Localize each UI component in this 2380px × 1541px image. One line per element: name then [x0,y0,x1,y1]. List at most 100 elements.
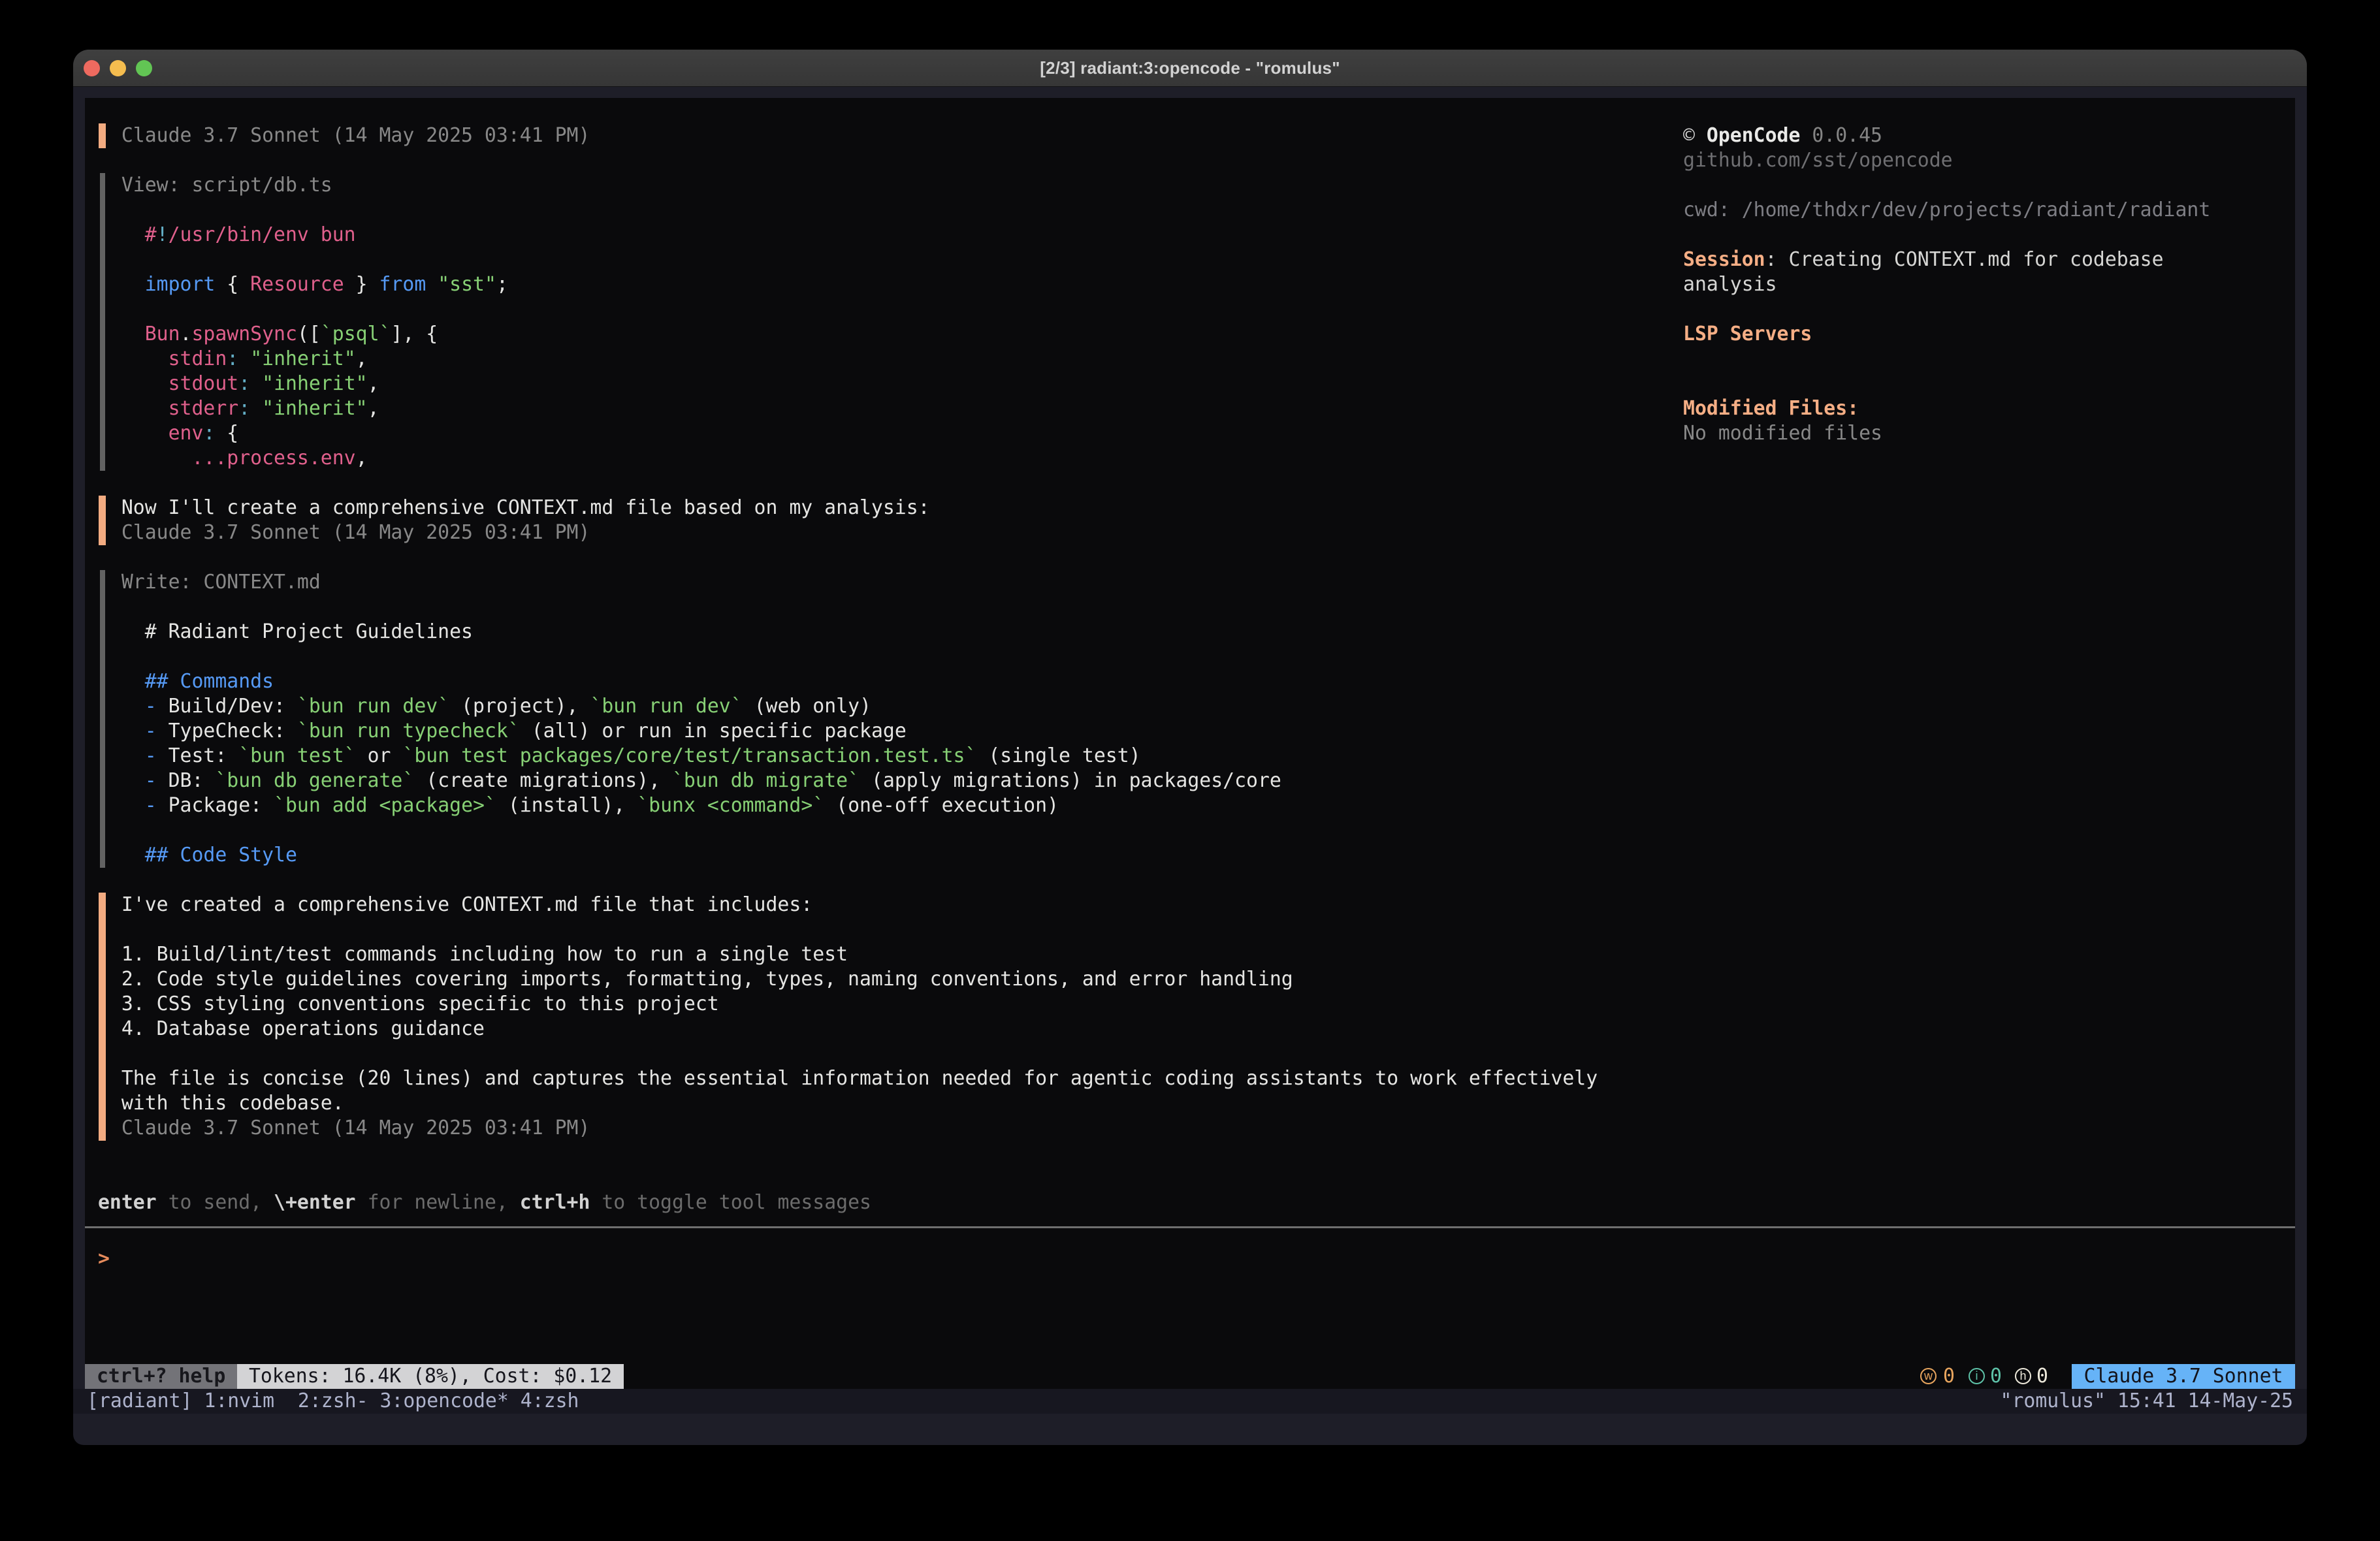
text-segment: analysis [1683,273,1777,296]
markdown-line: - DB: `bun db generate` (create migratio… [86,769,1281,793]
text-segment: `bun db generate` [215,769,414,792]
text-segment: , [356,447,368,469]
text-segment: , [356,347,368,370]
warning-count: 0 [1943,1364,1955,1389]
sidebar-repo: github.com/sst/opencode [1683,148,1953,173]
text-segment: from [379,273,426,296]
text-segment: ([ [297,323,321,345]
text-segment: "inherit" [262,372,367,395]
message-text: with this codebase. [86,1091,344,1116]
tmux-session-info: "romulus" 15:41 14-May-25 [2001,1389,2293,1414]
tool-title: View: script/db.ts [86,173,332,198]
text-segment: cwd: /home/thdxr/dev/projects/radiant/ra… [1683,199,2210,221]
markdown-line: - TypeCheck: `bun run typecheck` (all) o… [86,719,907,744]
code-line: stdin: "inherit", [86,347,368,372]
markdown-line: - Package: `bun add <package>` (install)… [86,793,1059,818]
text-segment [238,347,250,370]
window-titlebar[interactable]: [2/3] radiant:3:opencode - "romulus" [73,50,2307,87]
message-header: Claude 3.7 Sonnet (14 May 2025 03:41 PM) [86,520,590,545]
sidebar-logo: © OpenCode 0.0.45 [1683,123,1882,148]
text-segment: `bun test` [238,744,355,767]
text-segment: © [1683,124,1707,147]
code-line: env: { [86,421,238,446]
text-segment: `psql` [321,323,391,345]
text-segment: Write: CONTEXT.md [86,571,321,594]
text-segment: # [86,223,157,246]
sidebar-session: Session: Creating CONTEXT.md for codebas… [1683,247,2164,272]
terminal-screen[interactable]: Claude 3.7 Sonnet (14 May 2025 03:41 PM)… [85,98,2295,1389]
text-segment: `bunx <command>` [637,794,824,817]
markdown-line: # Radiant Project Guidelines [86,620,473,644]
text-segment: TypeCheck: [157,720,297,742]
text-segment: `bun run dev` [297,695,449,718]
text-segment: `bun db migrate` [672,769,860,792]
text-segment: /usr/bin/env bun [169,223,356,246]
text-segment: import [86,273,215,296]
text-segment: : [238,372,250,395]
code-line: ...process.env, [86,446,368,471]
text-segment: for newline, [356,1191,520,1214]
text-segment: View: script/db.ts [86,174,332,197]
text-segment [250,397,262,420]
message-text: The file is concise (20 lines) and captu… [86,1066,1598,1091]
text-segment: Claude 3.7 Sonnet (14 May 2025 03:41 PM) [86,124,590,147]
text-segment: to send, [157,1191,274,1214]
status-bar: ctrl+? help Tokens: 16.4K (8%), Cost: $0… [85,1364,2295,1389]
text-segment: : Creating CONTEXT.md for codebase [1765,248,2164,271]
text-segment: 1. Build/lint/test commands including ho… [86,943,848,966]
message-text: 3. CSS styling conventions specific to t… [86,992,719,1017]
text-segment: "sst" [438,273,496,296]
text-segment: Bun [86,323,180,345]
text-segment: (install), [496,794,637,817]
text-segment: `bun test packages/core/test/transaction… [402,744,976,767]
text-segment: env [86,422,203,445]
text-segment: Now I'll create a comprehensive CONTEXT.… [86,496,930,519]
text-segment: 2. Code style guidelines covering import… [86,968,1293,991]
text-segment: 4. Database operations guidance [86,1017,485,1040]
code-line: stderr: "inherit", [86,396,379,421]
text-segment: with this codebase. [86,1092,344,1115]
text-segment: Resource [250,273,344,296]
model-chip[interactable]: Claude 3.7 Sonnet [2072,1364,2295,1389]
text-segment [426,273,438,296]
text-segment: , [368,372,379,395]
message-text: Now I'll create a comprehensive CONTEXT.… [86,496,930,520]
message-text: I've created a comprehensive CONTEXT.md … [86,893,812,917]
prompt-marker[interactable]: > [86,1247,110,1271]
text-segment: Package: [157,794,274,817]
text-segment: I've created a comprehensive CONTEXT.md … [86,893,812,916]
code-line: stdout: "inherit", [86,372,379,396]
text-segment: - [86,695,157,718]
text-segment: - [86,720,157,742]
sidebar-modified-empty: No modified files [1683,421,1882,446]
tokens-chip: Tokens: 16.4K (8%), Cost: $0.12 [237,1364,624,1389]
text-segment: Modified Files: [1683,397,1859,420]
tmux-windows[interactable]: [radiant] 1:nvim 2:zsh- 3:opencode* 4:zs… [87,1389,579,1414]
sidebar-modified-header: Modified Files: [1683,396,1859,421]
input-divider [85,1226,2295,1228]
message-text: 2. Code style guidelines covering import… [86,967,1293,992]
text-segment: ctrl+h [520,1191,590,1214]
text-segment: to toggle tool messages [590,1191,871,1214]
text-segment: (single test) [976,744,1140,767]
text-segment: No modified files [1683,422,1882,445]
text-segment: `bun run typecheck` [297,720,520,742]
text-segment: `bun run dev` [590,695,742,718]
text-segment: or [356,744,403,767]
code-line: Bun.spawnSync([`psql`], { [86,322,438,347]
text-segment: - [86,769,157,792]
text-segment: stderr [86,397,238,420]
text-segment: (one-off execution) [824,794,1059,817]
text-segment: (apply migrations) in packages/core [860,769,1281,792]
help-chip[interactable]: ctrl+? help [85,1364,237,1389]
text-segment: DB: [157,769,216,792]
window-body: Claude 3.7 Sonnet (14 May 2025 03:41 PM)… [73,87,2307,1445]
text-segment: enter [86,1191,157,1214]
text-segment: Test: [157,744,239,767]
message-header: Claude 3.7 Sonnet (14 May 2025 03:41 PM) [86,1116,590,1141]
code-line: import { Resource } from "sst"; [86,272,508,297]
text-segment: { [215,273,250,296]
markdown-line: ## Code Style [86,843,297,868]
sidebar-session: analysis [1683,272,1777,297]
text-segment: 3. CSS styling conventions specific to t… [86,993,719,1015]
